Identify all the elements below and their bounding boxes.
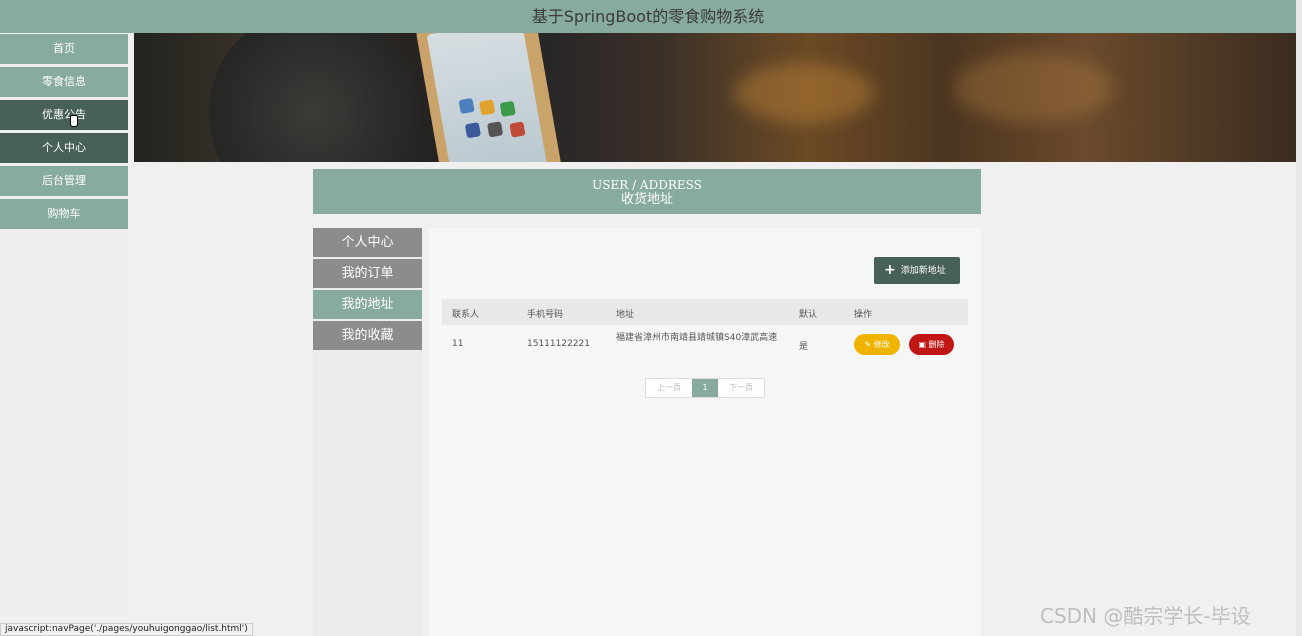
site-title: 基于SpringBoot的零食购物系统 [531, 7, 765, 26]
plus-icon: + [884, 262, 896, 278]
nav-item-snacks[interactable]: 零食信息 [0, 67, 128, 97]
page-number-current[interactable]: 1 [692, 379, 718, 397]
delete-label: 删除 [928, 340, 945, 349]
nav-item-cart[interactable]: 购物车 [0, 199, 128, 229]
cell-default: 是 [799, 342, 809, 352]
site-header: 基于SpringBoot的零食购物系统 [0, 0, 1296, 33]
browser-status-bar: javascript:navPage('./pages/youhuigongga… [0, 623, 253, 636]
nav-item-admin[interactable]: 后台管理 [0, 166, 128, 196]
prev-page-button[interactable]: 上一页 [646, 379, 692, 397]
subnav-item-address[interactable]: 我的地址 [313, 290, 422, 319]
profile-sidebar: 个人中心 我的订单 我的地址 我的收藏 [313, 228, 422, 636]
nav-item-home[interactable]: 首页 [0, 34, 128, 64]
add-address-button[interactable]: + 添加新地址 [874, 257, 960, 284]
column-header-phone: 手机号码 [527, 310, 564, 320]
address-table: 联系人 手机号码 地址 默认 操作 11 15111122221 福建省漳州市南… [442, 299, 968, 365]
next-page-button[interactable]: 下一页 [718, 379, 764, 397]
hero-banner [134, 33, 1296, 162]
edit-label: 修改 [873, 340, 890, 349]
table-row: 11 15111122221 福建省漳州市南靖县靖城镇S40漳武高速 是 ✎ 修… [442, 325, 968, 365]
table-header: 联系人 手机号码 地址 默认 操作 [442, 299, 968, 325]
edit-button[interactable]: ✎ 修改 [854, 334, 900, 355]
column-header-default: 默认 [799, 310, 818, 320]
page-title-en: USER / ADDRESS [592, 178, 702, 192]
pagination: 上一页 1 下一页 [645, 378, 765, 398]
column-header-contact: 联系人 [452, 310, 480, 320]
cell-contact: 11 [452, 339, 464, 349]
pencil-icon: ✎ [864, 340, 872, 349]
mouse-cursor-icon [70, 115, 78, 127]
column-header-address: 地址 [616, 310, 635, 320]
cell-phone: 15111122221 [527, 339, 590, 349]
address-panel: + 添加新地址 联系人 手机号码 地址 默认 操作 11 15111122221 … [429, 228, 981, 636]
nav-item-profile[interactable]: 个人中心 [0, 133, 128, 163]
scrollbar[interactable] [1296, 0, 1302, 636]
nav-item-promotions[interactable]: 优惠公告 [0, 100, 128, 130]
column-header-actions: 操作 [854, 310, 873, 320]
coffee-cup-image [209, 33, 419, 162]
phone-image [414, 33, 564, 162]
watermark-text: CSDN @酷宗学长-毕设 [1040, 604, 1251, 628]
main-nav: 首页 零食信息 优惠公告 个人中心 后台管理 购物车 [0, 34, 128, 232]
page-title-box: USER / ADDRESS 收货地址 [313, 169, 981, 214]
cell-address: 福建省漳州市南靖县靖城镇S40漳武高速 [616, 333, 778, 343]
subnav-item-favorites[interactable]: 我的收藏 [313, 321, 422, 350]
subnav-item-orders[interactable]: 我的订单 [313, 259, 422, 288]
subnav-item-profile[interactable]: 个人中心 [313, 228, 422, 257]
trash-icon: ▣ [918, 340, 926, 349]
add-address-label: 添加新地址 [900, 266, 946, 276]
page-title-cn: 收货地址 [620, 192, 673, 207]
delete-button[interactable]: ▣ 删除 [909, 334, 954, 355]
